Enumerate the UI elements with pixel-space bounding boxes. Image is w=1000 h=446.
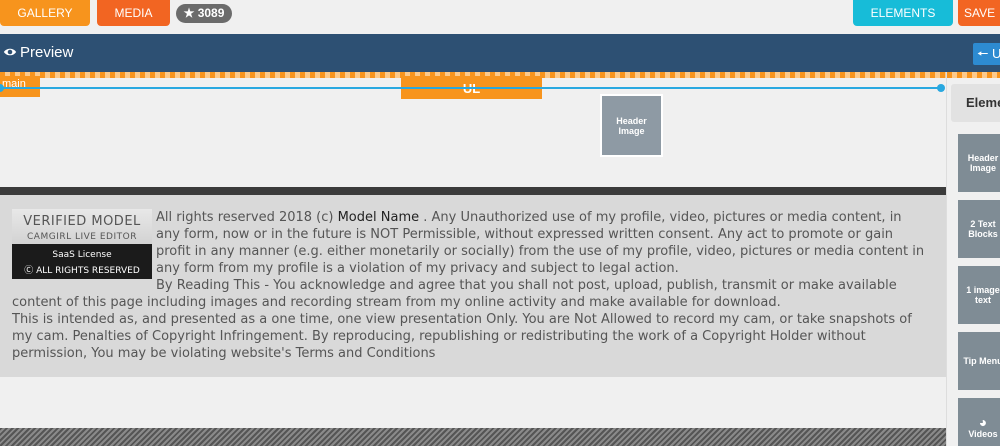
element-videos-label: Videos [968, 429, 998, 439]
star-count-badge: ★ 3089 [176, 4, 232, 23]
logo-line-4: Ⓒ ALL RIGHTS RESERVED [24, 266, 140, 276]
copyright-footer[interactable]: VERIFIED MODEL CAMGIRL LIVE EDITOR SaaS … [0, 195, 946, 377]
section-border-stripe-bottom [0, 428, 946, 446]
elements-button[interactable]: ELEMENTS [853, 0, 953, 26]
undo-label: U [992, 46, 1000, 61]
element-tip-menu[interactable]: Tip Menu [958, 332, 1000, 390]
element-header-image[interactable]: Header Image [958, 134, 1000, 192]
selection-handle-right[interactable] [937, 84, 945, 92]
logo-line-3: SaaS License [52, 250, 112, 260]
copyright-agreement: By Reading This - You acknowledge and ag… [12, 278, 897, 310]
eye-icon [3, 48, 17, 56]
save-button[interactable]: SAVE [958, 0, 1000, 26]
section-divider [0, 187, 946, 195]
header-image-placeholder[interactable]: Header Image [600, 94, 663, 157]
copyright-icon: Ⓒ [24, 266, 34, 276]
preview-toggle[interactable]: Preview [3, 34, 73, 72]
preview-title: Preview [20, 44, 74, 61]
sidebar-stripe [947, 72, 1000, 78]
undo-button[interactable]: 🠔 U [973, 43, 1000, 65]
copyright-notice: This is intended as, and presented as a … [12, 312, 912, 361]
copyright-text: VERIFIED MODEL CAMGIRL LIVE EDITOR SaaS … [12, 209, 928, 362]
logo-line-1: VERIFIED MODEL [23, 214, 141, 229]
copyright-intro: All rights reserved 2018 (c) [156, 210, 338, 225]
model-name: Model Name [337, 210, 420, 225]
elements-sidebar: Elements Header Image 2 Text Blocks 1 im… [946, 72, 1000, 446]
preview-bar: Preview 🠔 U [0, 34, 1000, 72]
video-icon: ◕ [978, 414, 988, 430]
element-videos[interactable]: ◕ Videos [958, 398, 1000, 446]
sidebar-heading: Elements [951, 84, 1000, 122]
selection-line [0, 87, 942, 89]
star-count: 3089 [197, 6, 225, 20]
arrow-left-icon: 🠔 [977, 46, 989, 61]
top-toolbar: GALLERY MEDIA ★ 3089 ELEMENTS SAVE [0, 0, 1000, 34]
verified-model-logo: VERIFIED MODEL CAMGIRL LIVE EDITOR SaaS … [12, 209, 152, 279]
gallery-button[interactable]: GALLERY [0, 0, 90, 26]
element-two-text-blocks[interactable]: 2 Text Blocks [958, 200, 1000, 258]
element-image-text[interactable]: 1 image text [958, 266, 1000, 324]
editor-canvas[interactable]: main UL Header Image VERIFIED MODEL CAMG… [0, 72, 946, 446]
star-icon: ★ [183, 6, 195, 20]
media-button[interactable]: MEDIA [97, 0, 170, 26]
